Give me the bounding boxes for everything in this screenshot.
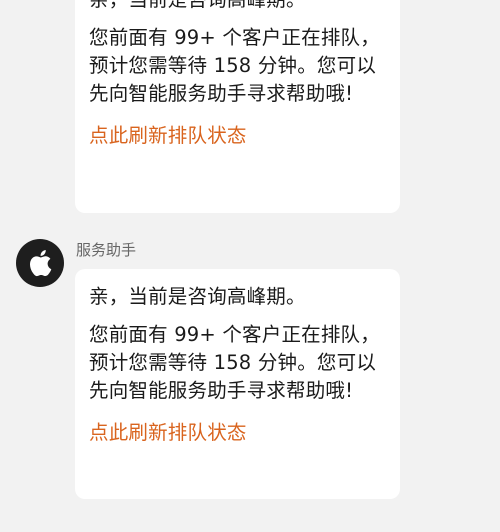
avatar[interactable]	[16, 239, 64, 287]
refresh-queue-link[interactable]: 点此刷新排队状态	[89, 122, 386, 150]
message-greeting: 亲，当前是咨询高峰期。	[89, 0, 386, 14]
message-queue-info: 您前面有 99+ 个客户正在排队，预计您需等待 158 分钟。您可以先向智能服务…	[89, 26, 380, 105]
apple-logo-icon	[30, 250, 52, 277]
refresh-queue-link[interactable]: 点此刷新排队状态	[89, 419, 386, 447]
message-greeting: 亲，当前是咨询高峰期。	[89, 285, 306, 308]
message-bubble: 亲，当前是咨询高峰期。 您前面有 99+ 个客户正在排队，预计您需等待 158 …	[75, 0, 400, 213]
message-bubble: 亲，当前是咨询高峰期。 您前面有 99+ 个客户正在排队，预计您需等待 158 …	[75, 269, 400, 499]
message-queue-info: 您前面有 99+ 个客户正在排队，预计您需等待 158 分钟。您可以先向智能服务…	[89, 323, 380, 402]
chat-conversation: 亲，当前是咨询高峰期。 您前面有 99+ 个客户正在排队，预计您需等待 158 …	[0, 0, 500, 532]
sender-name: 服务助手	[76, 241, 137, 259]
